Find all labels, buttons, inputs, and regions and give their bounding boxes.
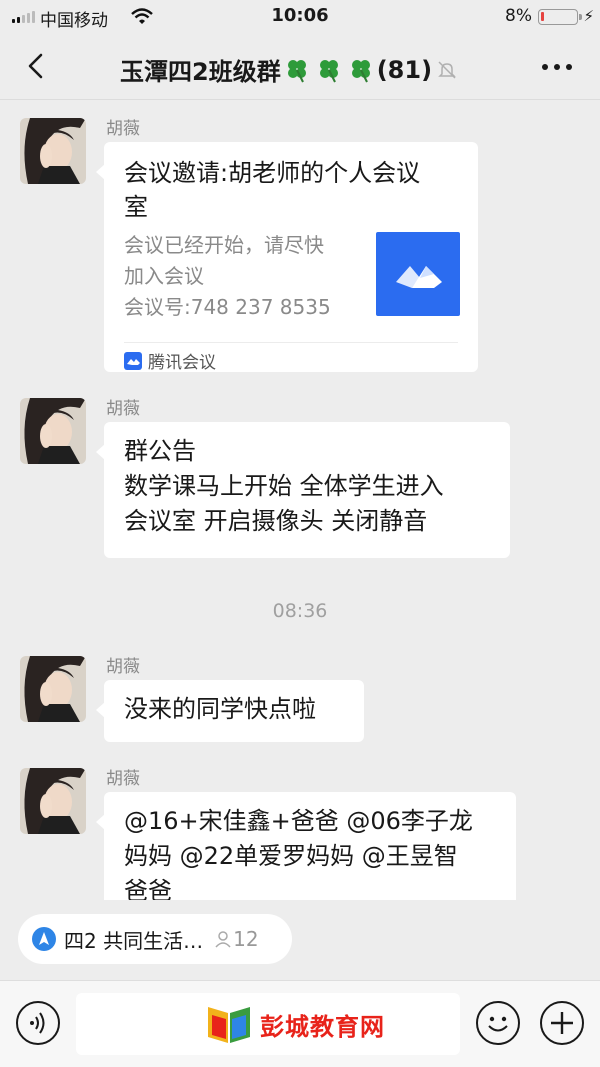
card-description: 会议已经开始，请尽快 加入会议 会议号:748 237 8535 (124, 233, 331, 319)
message-item: 胡薇 @16+宋佳鑫+爸爸 @06李子龙 妈妈 @22单爱罗妈妈 @王昱智 爸爸 (0, 768, 600, 900)
message-text: 没来的同学快点啦 (124, 695, 316, 723)
books-logo-icon (208, 1007, 250, 1043)
plus-icon[interactable] (540, 1001, 584, 1045)
tencent-meeting-icon (124, 351, 142, 370)
four-leaf-clover-icon (351, 59, 370, 82)
avatar[interactable] (20, 398, 86, 464)
battery-percent: 8% (505, 6, 532, 26)
message-text: 群公告 数学课马上开始 全体学生进入 会议室 开启摄像头 关闭静音 (124, 437, 444, 535)
charging-icon: ⚡ (583, 7, 594, 25)
card-title: 会议邀请:胡老师的个人会议室 (124, 159, 421, 221)
sender-name: 胡薇 (106, 399, 140, 419)
time-separator: 08:36 (272, 600, 328, 622)
meeting-invite-card[interactable]: 会议邀请:胡老师的个人会议室 会议已经开始，请尽快 加入会议 会议号:748 2… (96, 142, 478, 373)
divider (124, 342, 458, 343)
avatar[interactable] (20, 118, 86, 184)
pinned-chat-pill[interactable]: 四2 共同生活… 12 (18, 914, 292, 964)
pinned-label: 四2 共同生活… (64, 928, 204, 953)
status-bar: 中国移动 10:06 8% ⚡ (0, 0, 600, 34)
input-bar: 彭城教育网 (0, 980, 600, 1067)
sender-name: 胡薇 (106, 769, 140, 789)
message-bubble[interactable]: @16+宋佳鑫+爸爸 @06李子龙 妈妈 @22单爱罗妈妈 @王昱智 爸爸 (96, 792, 516, 900)
back-button[interactable] (22, 51, 52, 81)
voice-icon[interactable] (16, 1001, 60, 1045)
message-bubble[interactable]: 群公告 数学课马上开始 全体学生进入 会议室 开启摄像头 关闭静音 (96, 422, 510, 558)
four-leaf-clover-icon (319, 59, 338, 82)
group-name: 玉潭四2班级群 (120, 58, 281, 86)
tencent-meeting-logo-icon (376, 232, 460, 316)
emoji-icon[interactable] (476, 1001, 520, 1045)
avatar[interactable] (20, 768, 86, 834)
message-input[interactable]: 彭城教育网 (76, 993, 460, 1055)
chat-title: 玉潭四2班级群 (81) (120, 52, 458, 87)
battery-icon (538, 9, 582, 25)
navigation-arrow-icon (32, 927, 56, 951)
message-text: @16+宋佳鑫+爸爸 @06李子龙 妈妈 @22单爱罗妈妈 @王昱智 爸爸 (124, 807, 473, 900)
message-bubble[interactable]: 没来的同学快点啦 (96, 680, 364, 742)
four-leaf-clover-icon (287, 59, 306, 82)
chat-header: 玉潭四2班级群 (81) (0, 34, 600, 100)
watermark-logo: 彭城教育网 (204, 1001, 385, 1047)
sender-name: 胡薇 (106, 657, 140, 677)
member-count: (81) (376, 55, 433, 84)
bell-muted-icon (438, 60, 456, 79)
more-dots-icon[interactable] (542, 64, 572, 70)
sender-name: 胡薇 (106, 119, 140, 139)
avatar[interactable] (20, 656, 86, 722)
pinned-member-count: 12 (213, 927, 259, 951)
person-icon (215, 931, 231, 948)
card-source: 腾讯会议 (124, 348, 216, 373)
